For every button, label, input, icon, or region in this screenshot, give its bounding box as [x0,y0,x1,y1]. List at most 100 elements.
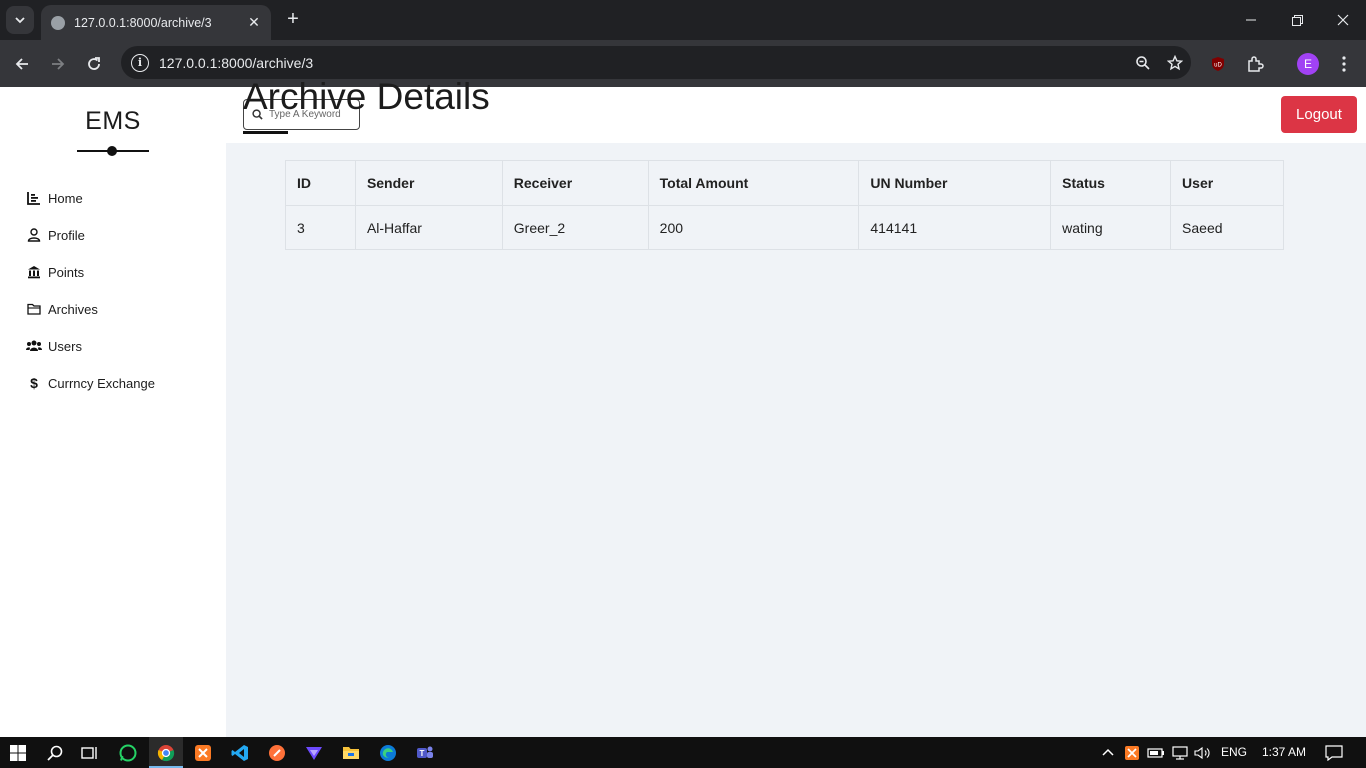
network-icon[interactable] [1168,741,1192,765]
volume-icon[interactable] [1191,741,1215,765]
restore-icon [1291,14,1303,26]
column-header-sender: Sender [354,160,503,206]
column-header-un-number: UN Number [858,160,1052,206]
tray-xampp-icon[interactable] [1120,741,1144,765]
taskbar: T ENG 1:37 AM [0,737,1366,768]
sidebar-item-label: Home [48,190,83,206]
sidebar-item-archives[interactable]: Archives [26,297,216,321]
vscode-taskbar-icon[interactable] [228,741,252,765]
minimize-button[interactable] [1228,0,1274,40]
dollar-icon: $ [30,375,38,391]
cell-receiver: Greer_2 [501,205,649,250]
bank-icon [26,264,42,280]
tab-close-button[interactable]: ✕ [245,14,263,31]
sidebar-item-profile[interactable]: Profile [26,223,216,247]
browser-tabstrip: 127.0.0.1:8000/archive/3 ✕ + [0,0,1366,40]
cell-user: Saeed [1170,205,1284,250]
address-bar[interactable]: i 127.0.0.1:8000/archive/3 [121,46,1191,79]
sidebar-item-label: Archives [48,301,98,317]
sidebar-item-label: Currncy Exchange [48,375,155,391]
teams-taskbar-icon[interactable]: T [413,741,437,765]
task-view-button[interactable] [78,741,102,765]
cell-total-amount: 200 [647,205,860,250]
sidebar-item-home[interactable]: Home [26,186,216,210]
cell-un-number: 414141 [858,205,1052,250]
users-icon [26,338,42,354]
arrow-right-icon [52,58,65,70]
restore-button[interactable] [1274,0,1320,40]
title-underline-accent [288,131,378,134]
browser-tab[interactable]: 127.0.0.1:8000/archive/3 ✕ [41,5,271,40]
bookmark-star-icon[interactable] [1159,47,1191,79]
notification-icon [1325,745,1343,761]
column-header-user: User [1170,160,1284,206]
sidebar-item-label: Profile [48,227,85,243]
task-view-icon [81,747,97,759]
chrome-taskbar-icon[interactable] [154,741,178,765]
tab-search-button[interactable] [6,6,34,34]
forward-button[interactable] [44,50,72,78]
sidebar-item-users[interactable]: Users [26,334,216,358]
kebab-menu-icon [1342,56,1346,72]
cell-sender: Al-Haffar [354,205,503,250]
back-button[interactable] [8,50,36,78]
browser-toolbar: i 127.0.0.1:8000/archive/3 uD E [0,40,1366,87]
table-header-row: ID Sender Receiver Total Amount UN Numbe… [285,160,1284,206]
svg-text:uD: uD [1214,63,1222,69]
app-taskbar-icon-orange[interactable] [265,741,289,765]
tray-chevron-up-icon[interactable] [1096,741,1120,765]
edge-taskbar-icon[interactable] [376,741,400,765]
start-button[interactable] [6,741,30,765]
chevron-down-icon [15,17,25,24]
page-title: Archive Details [243,76,490,117]
brand-divider-dot [107,146,117,156]
minimize-icon [1246,19,1256,21]
column-header-status: Status [1050,160,1172,206]
close-window-button[interactable] [1320,0,1366,40]
column-header-total-amount: Total Amount [647,160,860,206]
sidebar-item-currency-exchange[interactable]: $ Currncy Exchange [26,371,216,395]
profile-avatar[interactable]: E [1294,50,1322,78]
ublock-extension-icon[interactable]: uD [1204,50,1232,78]
notifications-button[interactable] [1322,741,1346,765]
svg-text:T: T [420,749,425,758]
cell-id: 3 [285,205,356,250]
clock[interactable]: 1:37 AM [1262,745,1306,759]
arrow-left-icon [15,58,28,70]
browser-menu-button[interactable] [1330,50,1358,78]
new-tab-button[interactable]: + [281,8,305,32]
tab-title: 127.0.0.1:8000/archive/3 [74,15,212,30]
close-icon [1337,14,1349,26]
folder-icon [26,301,42,317]
reload-icon [88,57,100,70]
file-explorer-taskbar-icon[interactable] [339,741,363,765]
logout-button[interactable]: Logout [1281,96,1357,133]
language-indicator[interactable]: ENG [1221,745,1247,759]
chart-icon [26,190,42,206]
whatsapp-taskbar-icon[interactable] [116,741,140,765]
battery-icon[interactable] [1144,741,1168,765]
cell-status: wating [1050,205,1172,250]
archive-details-table: ID Sender Receiver Total Amount UN Numbe… [285,160,1284,250]
column-header-id: ID [285,160,356,206]
url-text[interactable]: 127.0.0.1:8000/archive/3 [159,55,1127,71]
vpn-taskbar-icon[interactable] [302,741,326,765]
taskbar-search-button[interactable] [43,741,67,765]
site-info-icon[interactable]: i [131,53,149,72]
reload-button[interactable] [80,50,108,78]
sidebar-item-label: Users [48,338,82,354]
title-underline [243,131,288,134]
table-row: 3 Al-Haffar Greer_2 200 414141 wating Sa… [285,205,1284,250]
profile-initial: E [1297,53,1319,75]
globe-icon [51,15,65,30]
sidebar: EMS Home Profile Points Archives Users $… [0,87,226,737]
brand-logo[interactable]: EMS [0,107,226,136]
xampp-taskbar-icon[interactable] [191,741,215,765]
column-header-receiver: Receiver [501,160,649,206]
user-icon [26,227,42,243]
sidebar-item-label: Points [48,264,85,280]
sidebar-item-points[interactable]: Points [26,260,216,284]
zoom-icon[interactable] [1127,47,1159,79]
search-icon [47,745,63,761]
extensions-icon[interactable] [1241,50,1269,78]
